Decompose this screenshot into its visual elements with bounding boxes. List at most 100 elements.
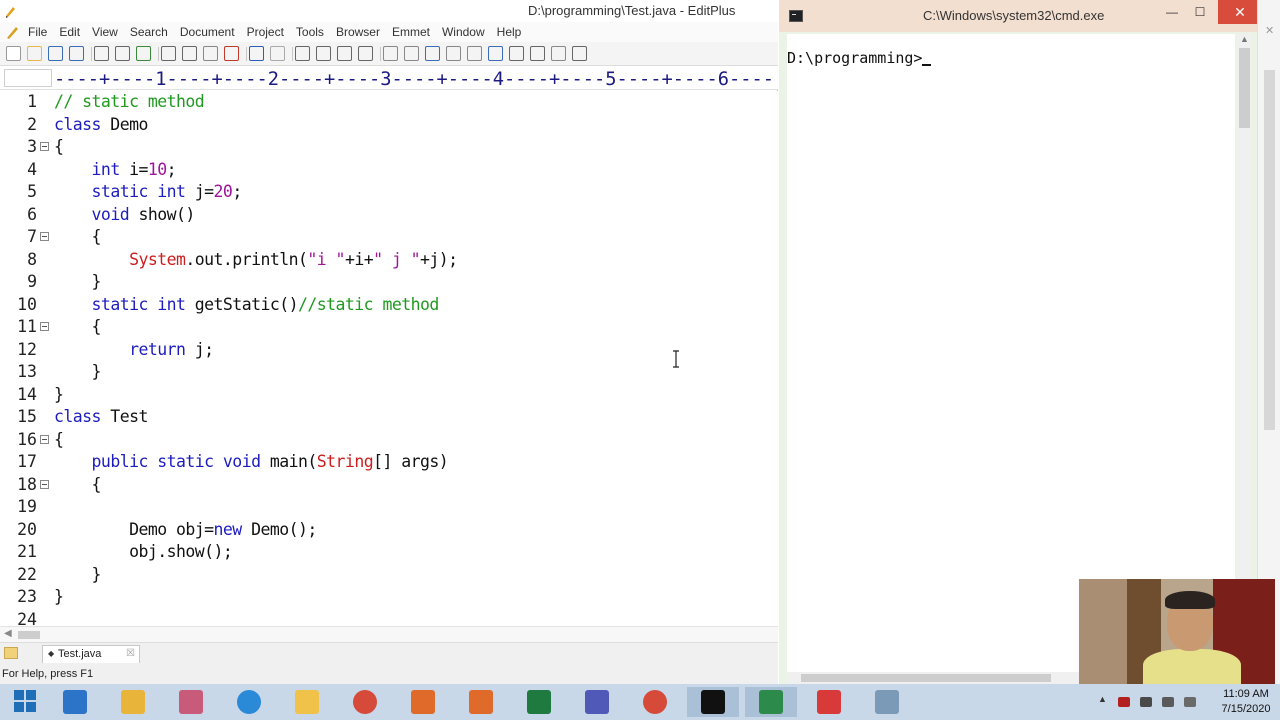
scrollbar-thumb[interactable]: [1264, 70, 1275, 430]
code-line[interactable]: 16 {: [0, 429, 778, 452]
menu-item-window[interactable]: Window: [436, 24, 491, 40]
menu-item-search[interactable]: Search: [124, 24, 174, 40]
maximize-button[interactable]: ☐: [1185, 0, 1215, 24]
hex-icon[interactable]: [404, 46, 419, 61]
code-line[interactable]: 13 }: [0, 361, 778, 384]
replace-icon[interactable]: [316, 46, 331, 61]
menu-item-view[interactable]: View: [86, 24, 124, 40]
taskbar-app[interactable]: [745, 687, 797, 717]
code-line[interactable]: 3{: [0, 136, 778, 159]
fold-toggle-icon[interactable]: [40, 142, 49, 151]
save-icon[interactable]: [48, 46, 63, 61]
network-warning-icon[interactable]: [1118, 697, 1130, 707]
scrollbar-thumb[interactable]: [801, 674, 1051, 682]
cut-icon[interactable]: [161, 46, 176, 61]
code-line[interactable]: 17 public static void main(String[] args…: [0, 451, 778, 474]
scrollbar-thumb[interactable]: [1239, 48, 1250, 128]
taskbar-app[interactable]: [339, 687, 391, 717]
console-area[interactable]: D:\programming>: [787, 34, 1235, 672]
code-line[interactable]: 6 void show(): [0, 204, 778, 227]
delete-icon[interactable]: [224, 46, 239, 61]
taskbar-app[interactable]: [513, 687, 565, 717]
taskbar-app[interactable]: [803, 687, 855, 717]
scroll-up-arrow-icon[interactable]: ▲: [1240, 34, 1249, 44]
menu-item-edit[interactable]: Edit: [53, 24, 86, 40]
code-line[interactable]: 18 {: [0, 474, 778, 497]
code-line[interactable]: 12 return j;: [0, 339, 778, 362]
code-line[interactable]: 5 static int j=20;: [0, 181, 778, 204]
copy-icon[interactable]: [182, 46, 197, 61]
code-line[interactable]: 19: [0, 496, 778, 519]
menu-item-tools[interactable]: Tools: [290, 24, 330, 40]
print-preview-icon[interactable]: [115, 46, 130, 61]
taskbar-app[interactable]: [571, 687, 623, 717]
clock-date[interactable]: 7/15/2020: [1218, 703, 1274, 715]
code-line[interactable]: 23}: [0, 586, 778, 609]
redo-icon[interactable]: [270, 46, 285, 61]
menu-item-browser[interactable]: Browser: [330, 24, 386, 40]
editor-horizontal-scrollbar[interactable]: ◀: [0, 626, 778, 642]
scroll-left-arrow-icon[interactable]: ◀: [4, 628, 12, 639]
fold-toggle-icon[interactable]: [40, 434, 49, 444]
volume-icon[interactable]: [1184, 697, 1196, 707]
taskbar-app[interactable]: [687, 687, 739, 717]
find-icon[interactable]: [295, 46, 310, 61]
save-all-icon[interactable]: [69, 46, 84, 61]
tab-close-icon[interactable]: ☒: [126, 648, 135, 659]
minimize-button[interactable]: —: [1157, 0, 1187, 24]
line-number-icon[interactable]: [446, 46, 461, 61]
taskbar-app[interactable]: [861, 687, 913, 717]
code-line[interactable]: 2 class Demo: [0, 114, 778, 137]
ruler-icon[interactable]: [488, 46, 503, 61]
code-line[interactable]: 22 }: [0, 564, 778, 587]
code-line[interactable]: 24: [0, 609, 778, 627]
menu-item-file[interactable]: File: [28, 24, 53, 40]
clock-time[interactable]: 11:09 AM: [1218, 688, 1274, 700]
taskbar-app[interactable]: [107, 687, 159, 717]
code-line[interactable]: 20 Demo obj=new Demo();: [0, 519, 778, 542]
taskbar-app[interactable]: [397, 687, 449, 717]
taskbar-app[interactable]: [223, 687, 275, 717]
taskbar-app[interactable]: [455, 687, 507, 717]
font-icon[interactable]: [383, 46, 398, 61]
spell-check-icon[interactable]: [136, 46, 151, 61]
taskbar-app[interactable]: [281, 687, 333, 717]
show-hidden-icons-icon[interactable]: ▲: [1098, 694, 1110, 704]
code-line[interactable]: 14}: [0, 384, 778, 407]
fold-toggle-icon[interactable]: [40, 322, 49, 331]
taskbar-app[interactable]: [165, 687, 217, 717]
tile-icon[interactable]: [530, 46, 545, 61]
scrollbar-thumb[interactable]: [18, 631, 40, 639]
code-editor[interactable]: 1// static method 2 class Demo 3{4 int i=10…: [0, 91, 778, 626]
taskbar-app[interactable]: [629, 687, 681, 717]
column-select-icon[interactable]: [467, 46, 482, 61]
cliptext-icon[interactable]: [572, 46, 587, 61]
paste-icon[interactable]: [203, 46, 218, 61]
wifi-icon[interactable]: [1140, 697, 1152, 707]
code-line[interactable]: 4 int i=10;: [0, 159, 778, 182]
find-in-files-icon[interactable]: [337, 46, 352, 61]
cmd-vertical-scrollbar[interactable]: ▲: [1237, 34, 1252, 674]
code-line[interactable]: 15 class Test: [0, 406, 778, 429]
menu-item-project[interactable]: Project: [241, 24, 290, 40]
word-wrap-icon[interactable]: [425, 46, 440, 61]
goto-icon[interactable]: [358, 46, 373, 61]
open-folder-icon[interactable]: [27, 46, 42, 61]
new-file-icon[interactable]: [6, 46, 21, 61]
code-line[interactable]: 10 static int getStatic()//static method: [0, 294, 778, 317]
settings-icon[interactable]: [551, 46, 566, 61]
code-line[interactable]: 8 System.out.println("i "+i+" j "+j);: [0, 249, 778, 272]
code-line[interactable]: 21 obj.show();: [0, 541, 778, 564]
fold-toggle-icon[interactable]: [40, 232, 49, 241]
fold-toggle-icon[interactable]: [40, 479, 49, 489]
code-line[interactable]: 7 {: [0, 226, 778, 249]
taskbar-app[interactable]: [49, 687, 101, 717]
undo-icon[interactable]: [249, 46, 264, 61]
close-icon[interactable]: ✕: [1265, 24, 1274, 37]
code-line[interactable]: 9 }: [0, 271, 778, 294]
menu-item-document[interactable]: Document: [174, 24, 241, 40]
tab-test-java[interactable]: ◆ Test.java ☒: [42, 645, 140, 663]
battery-icon[interactable]: [1162, 697, 1174, 707]
menu-item-help[interactable]: Help: [491, 24, 528, 40]
print-icon[interactable]: [94, 46, 109, 61]
